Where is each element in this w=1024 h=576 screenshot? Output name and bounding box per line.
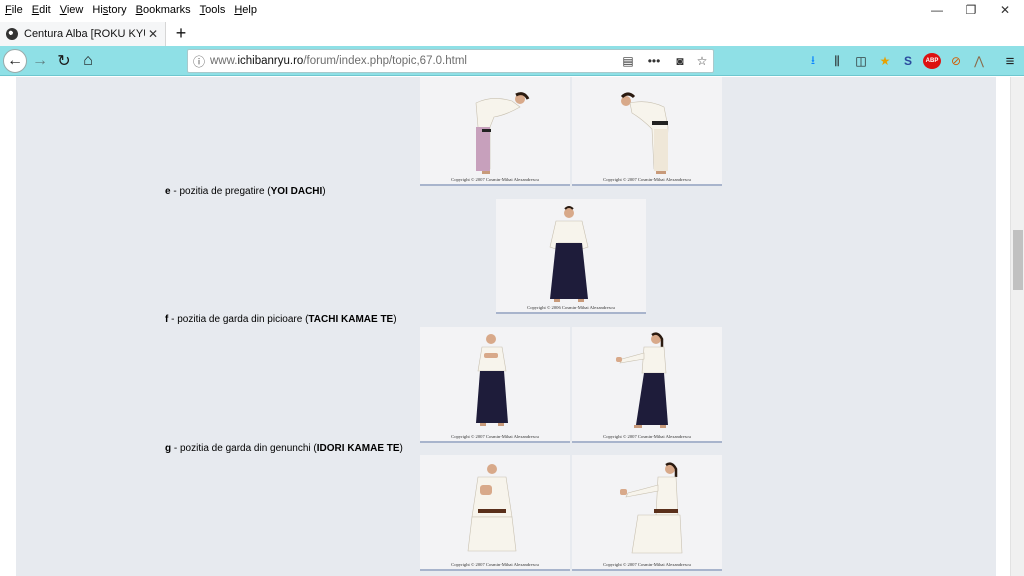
photo-bow-right: Copyright © 2007 Cosmin-Mihai Alexandres… [572, 77, 722, 186]
reload-button[interactable]: ↻ [52, 49, 76, 73]
close-window-button[interactable]: ✕ [988, 0, 1022, 20]
caption-g-text: - pozitia de garda din genunchi ( [171, 443, 317, 454]
menu-help[interactable]: Help [229, 4, 261, 16]
reader-view-icon[interactable]: ▤ [617, 54, 639, 68]
yoi-dachi-figure [549, 206, 589, 302]
menu-tools[interactable]: Tools [195, 4, 230, 16]
site-info-icon[interactable]: ⓘ [188, 53, 210, 70]
adblock-icon[interactable]: ABP [923, 53, 941, 69]
tab-close-icon[interactable]: ✕ [145, 27, 161, 41]
site-favicon-icon [6, 28, 18, 40]
tab-title: Centura Alba [ROKU KYU] [24, 28, 145, 40]
forward-button[interactable]: → [28, 49, 52, 73]
url-bar[interactable]: ⓘ www. ichibanryu.ro /forum/index.php/to… [187, 49, 714, 73]
page-content: Copyright © 2007 Cosmin-Mihai Alexandres… [0, 77, 1010, 576]
bow-right-figure [620, 92, 669, 174]
copyright-text: Copyright © 2007 Cosmin-Mihai Alexandres… [603, 177, 691, 182]
copyright-text: Copyright © 2007 Cosmin-Mihai Alexandres… [451, 562, 539, 567]
caption-e: e - pozitia de pregatire (YOI DACHI) [165, 186, 326, 197]
photo-idori-kamae-front: Copyright © 2007 Cosmin-Mihai Alexandres… [420, 455, 570, 571]
caption-f-term: TACHI KAMAE TE [308, 314, 394, 325]
photo-idori-kamae-side: Copyright © 2007 Cosmin-Mihai Alexandres… [572, 455, 722, 571]
menu-bar: File Edit View History Bookmarks Tools H… [0, 0, 1024, 20]
caption-e-text: - pozitia de pregatire ( [170, 186, 271, 197]
caption-g-term: IDORI KAMAE TE [316, 443, 400, 454]
url-path: /forum/index.php/topic,67.0.html [303, 55, 467, 67]
back-button[interactable]: ← [3, 49, 27, 73]
photo-tachi-kamae-front: Copyright © 2007 Cosmin-Mihai Alexandres… [420, 327, 570, 443]
caption-e-close: ) [322, 186, 326, 197]
menu-history[interactable]: History [87, 4, 130, 16]
menu-edit[interactable]: Edit [27, 4, 55, 16]
bookmark-star-icon[interactable]: ☆ [691, 54, 713, 68]
url-prefix: www. [210, 55, 238, 67]
misc-addon-icon[interactable]: ⋀ [970, 52, 988, 70]
scrollbar-thumb[interactable] [1013, 230, 1023, 290]
download-icon[interactable]: ⭳ [804, 52, 822, 70]
idori-kamae-side-figure [620, 462, 683, 554]
library-icon[interactable]: ⫼ [828, 52, 846, 70]
copyright-text: Copyright © 2007 Cosmin-Mihai Alexandres… [451, 434, 539, 439]
page-actions-icon[interactable]: ••• [639, 54, 669, 68]
caption-e-term: YOI DACHI [270, 186, 323, 197]
copyright-text: Copyright © 2007 Cosmin-Mihai Alexandres… [603, 434, 691, 439]
caption-g: g - pozitia de garda din genunchi (IDORI… [165, 443, 403, 454]
minimize-button[interactable]: — [920, 0, 954, 20]
menu-file[interactable]: File [0, 4, 27, 16]
restore-button[interactable]: ❐ [954, 0, 988, 20]
sidebar-icon[interactable]: ◫ [852, 52, 870, 70]
s-addon-icon[interactable]: S [899, 52, 917, 70]
vertical-scrollbar[interactable] [1010, 77, 1024, 576]
idori-kamae-front-figure [467, 464, 517, 552]
menu-icon[interactable]: ≡ [1001, 52, 1019, 70]
copyright-text: Copyright © 2006 Cosmin-Mihai Alexandres… [527, 305, 615, 310]
menu-view[interactable]: View [55, 4, 88, 16]
noscript-icon[interactable]: ⊘ [947, 52, 965, 70]
tab-centura-alba[interactable]: Centura Alba [ROKU KYU] ✕ [0, 22, 166, 46]
home-button[interactable]: ⌂ [76, 49, 100, 73]
photo-bow-left: Copyright © 2007 Cosmin-Mihai Alexandres… [420, 77, 570, 186]
url-host: ichibanryu.ro [237, 55, 304, 67]
menu-bookmarks[interactable]: Bookmarks [131, 4, 195, 16]
tachi-kamae-front-figure [476, 334, 508, 426]
browser-window: File Edit View History Bookmarks Tools H… [0, 0, 1024, 576]
photo-tachi-kamae-side: Copyright © 2007 Cosmin-Mihai Alexandres… [572, 327, 722, 443]
caption-f-text: - pozitia de garda din picioare ( [168, 314, 309, 325]
navigation-toolbar: ← → ↻ ⌂ ⓘ www. ichibanryu.ro /forum/inde… [0, 46, 1024, 76]
caption-f-close: ) [393, 314, 397, 325]
tab-bar: Centura Alba [ROKU KYU] ✕ + [0, 20, 1024, 46]
pocket-icon[interactable]: ◙ [669, 54, 691, 68]
caption-g-close: ) [399, 443, 403, 454]
bow-left-figure [475, 92, 530, 174]
copyright-text: Copyright © 2007 Cosmin-Mihai Alexandres… [451, 177, 539, 182]
photo-yoi-dachi: Copyright © 2006 Cosmin-Mihai Alexandres… [496, 199, 646, 314]
caption-f: f - pozitia de garda din picioare (TACHI… [165, 314, 397, 325]
star-addon-icon[interactable]: ★ [876, 52, 894, 70]
tachi-kamae-side-figure [616, 332, 668, 428]
new-tab-button[interactable]: + [170, 24, 192, 44]
copyright-text: Copyright © 2007 Cosmin-Mihai Alexandres… [603, 562, 691, 567]
url-bar-actions: ▤ ••• ◙ ☆ [617, 50, 713, 72]
